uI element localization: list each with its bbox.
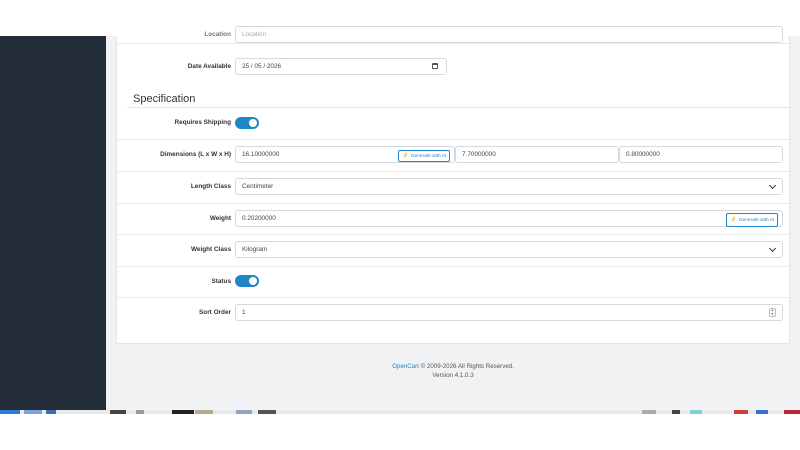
status-row: Status — [117, 267, 791, 298]
taskbar-item[interactable] — [136, 410, 144, 414]
screen: Location Location Date Available 25 / 05… — [0, 0, 800, 450]
main-content: Location Location Date Available 25 / 05… — [106, 26, 800, 410]
taskbar-item[interactable] — [0, 410, 20, 414]
taskbar-item[interactable] — [734, 410, 748, 414]
opencart-link[interactable]: OpenCart — [392, 363, 419, 370]
copyright-line: OpenCart © 2009-2026 All Rights Reserved… — [106, 362, 800, 371]
sort-order-input[interactable]: 1 ▲ ▼ — [235, 304, 783, 321]
sort-order-row: Sort Order 1 ▲ ▼ — [117, 298, 791, 330]
location-row: Location Location — [117, 26, 791, 44]
copyright-text: © 2009-2026 All Rights Reserved. — [420, 363, 514, 370]
dimension-width-input[interactable]: 7.70000000 — [455, 146, 619, 163]
dimension-length-value: 16.10000000 — [242, 151, 280, 158]
taskbar-item[interactable] — [756, 410, 768, 414]
taskbar-item[interactable] — [24, 410, 42, 414]
date-available-row: Date Available 25 / 05 / 2026 — [117, 52, 791, 75]
status-label: Status — [211, 278, 231, 285]
generate-dimensions-ai-button[interactable]: ⚡ Generate with AI — [398, 150, 451, 162]
specification-heading: Specification — [133, 93, 196, 105]
weight-row: Weight 0.20200000 ⚡ Generate with AI — [117, 204, 791, 235]
dimension-height-input[interactable]: 0.80000000 — [619, 146, 783, 163]
requires-shipping-label: Requires Shipping — [174, 119, 231, 126]
sort-order-value: 1 — [242, 309, 246, 316]
requires-shipping-toggle[interactable] — [235, 117, 259, 129]
location-label: Location — [204, 31, 231, 38]
version-text: Version 4.1.0.3 — [432, 372, 474, 379]
status-toggle[interactable] — [235, 275, 259, 287]
calendar-icon[interactable] — [432, 63, 438, 69]
weight-class-select[interactable]: Kilogram — [235, 241, 783, 258]
length-class-select[interactable]: Centimeter — [235, 178, 783, 195]
taskbar-item[interactable] — [110, 410, 126, 414]
location-input[interactable]: Location — [235, 26, 783, 43]
length-class-label: Length Class — [190, 183, 231, 190]
date-available-value: 25 / 05 / 2026 — [242, 63, 282, 70]
weight-label: Weight — [209, 215, 231, 222]
requires-shipping-row: Requires Shipping — [117, 108, 791, 140]
taskbar-item[interactable] — [46, 410, 56, 414]
weight-class-value: Kilogram — [242, 246, 268, 253]
generate-weight-ai-button[interactable]: ⚡ Generate with AI — [726, 213, 779, 227]
date-available-input[interactable]: 25 / 05 / 2026 — [235, 58, 447, 75]
taskbar-item[interactable] — [195, 410, 213, 414]
chevron-down-icon — [768, 244, 777, 253]
weight-class-row: Weight Class Kilogram — [117, 235, 791, 267]
toggle-knob — [249, 119, 257, 127]
location-value: Location — [242, 31, 267, 38]
taskbar-item[interactable] — [690, 410, 702, 414]
product-form-card: Location Location Date Available 25 / 05… — [116, 26, 791, 344]
toggle-knob — [249, 277, 257, 285]
magic-wand-icon: ⚡ — [730, 217, 737, 223]
taskbar-item[interactable] — [672, 410, 680, 414]
taskbar-item[interactable] — [784, 410, 800, 414]
taskbar-item[interactable] — [236, 410, 252, 414]
magic-wand-icon: ⚡ — [402, 153, 409, 159]
page-footer: OpenCart © 2009-2026 All Rights Reserved… — [106, 362, 800, 380]
dimension-height-value: 0.80000000 — [626, 151, 660, 158]
date-available-label: Date Available — [187, 63, 231, 70]
sort-order-label: Sort Order — [199, 309, 231, 316]
weight-value: 0.20200000 — [242, 215, 276, 222]
taskbar-item[interactable] — [258, 410, 276, 414]
taskbar-strip — [0, 410, 800, 414]
weight-class-label: Weight Class — [190, 246, 231, 253]
length-class-row: Length Class Centimeter — [117, 172, 791, 204]
generate-ai-label: Generate with AI — [738, 218, 775, 223]
generate-ai-label: Generate with AI — [410, 154, 447, 159]
number-spinner-icon[interactable]: ▲ ▼ — [769, 308, 776, 317]
weight-input[interactable]: 0.20200000 — [235, 210, 783, 227]
length-class-value: Centimeter — [242, 183, 274, 190]
admin-sidebar — [0, 36, 106, 410]
chevron-down-icon — [768, 181, 777, 190]
taskbar-item[interactable] — [172, 410, 194, 414]
dimensions-label: Dimensions (L x W x H) — [160, 151, 231, 158]
dimensions-row: Dimensions (L x W x H) 16.10000000 ⚡ Gene… — [117, 140, 791, 172]
taskbar-item[interactable] — [642, 410, 656, 414]
dimension-width-value: 7.70000000 — [462, 151, 496, 158]
